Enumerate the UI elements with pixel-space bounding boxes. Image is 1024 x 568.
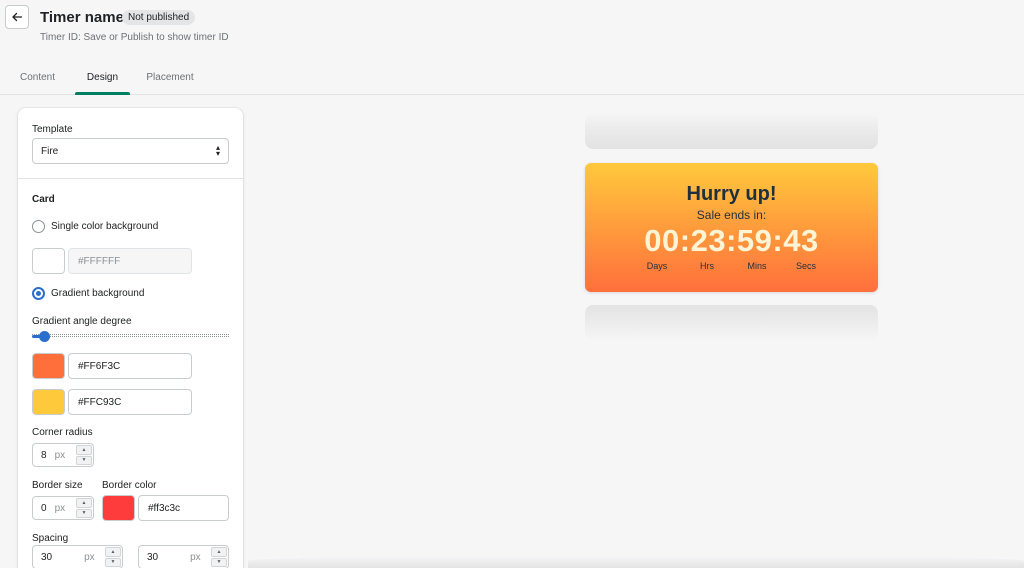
border-size-value: 0 (41, 502, 47, 514)
back-button[interactable] (5, 5, 29, 29)
increment-icon[interactable]: ▲ (211, 547, 227, 557)
card-section-title: Card (32, 194, 55, 205)
spacing-spin-2: ▲ ▼ (211, 547, 227, 567)
single-color-radio[interactable] (32, 220, 45, 233)
template-select[interactable]: Fire ▴ ▾ (32, 138, 229, 164)
spacing-stepper-2[interactable]: 30 px ▲ ▼ (138, 545, 229, 568)
template-select-value: Fire (41, 145, 59, 157)
gradient-label[interactable]: Gradient background (51, 288, 144, 299)
spacing-unit-1: px (84, 551, 95, 563)
decrement-icon[interactable]: ▼ (211, 557, 227, 567)
tab-design[interactable]: Design (75, 64, 130, 95)
spacing-spin-1: ▲ ▼ (105, 547, 121, 567)
divider (18, 178, 243, 179)
page-header: Timer name Not published Timer ID: Save … (0, 0, 1024, 95)
preview-placeholder-top (585, 113, 878, 149)
single-color-swatch[interactable] (32, 248, 65, 274)
single-color-label[interactable]: Single color background (51, 221, 158, 232)
spacing-value-2: 30 (147, 551, 159, 563)
status-badge: Not published (122, 10, 196, 25)
timer-countdown: 00:23:59:43 (644, 223, 819, 258)
arrow-left-icon (12, 12, 23, 22)
timer-unit-days: Days (646, 261, 668, 271)
timer-unit-secs: Secs (795, 261, 816, 271)
timer-heading: Hurry up! (686, 183, 777, 205)
spacing-stepper-1[interactable]: 30 px ▲ ▼ (32, 545, 123, 568)
timer-unit-hrs: Hrs (700, 261, 714, 271)
corner-radius-value: 8 (41, 449, 47, 461)
tab-placement[interactable]: Placement (130, 64, 210, 95)
gradient-color-1-field[interactable]: #FF6F3C (68, 353, 192, 379)
corner-radius-spin: ▲ ▼ (76, 445, 92, 465)
footer-shadow (248, 556, 1024, 568)
template-label: Template (32, 124, 73, 135)
gradient-angle-slider[interactable] (32, 334, 229, 337)
design-settings-panel: Template Fire ▴ ▾ Card Single color backg… (18, 108, 243, 568)
border-color-field[interactable]: #ff3c3c (138, 495, 229, 521)
timer-preview-card: Hurry up! Sale ends in: 00:23:59:43 Days… (585, 163, 878, 292)
select-caret-icon: ▴ ▾ (215, 143, 220, 158)
border-size-stepper[interactable]: 0 px ▲ ▼ (32, 496, 94, 520)
gradient-color-2-field[interactable]: #FFC93C (68, 389, 192, 415)
timer-subheading: Sale ends in: (696, 208, 767, 222)
decrement-icon[interactable]: ▼ (76, 455, 92, 465)
spacing-label: Spacing (32, 533, 69, 544)
decrement-icon[interactable]: ▼ (76, 508, 92, 518)
gradient-color-2-swatch[interactable] (32, 389, 65, 415)
page-title: Timer name (40, 9, 124, 26)
corner-radius-unit: px (54, 449, 66, 461)
tab-bar: Content Design Placement (0, 64, 210, 95)
timer-id-hint: Timer ID: Save or Publish to show timer … (40, 32, 229, 43)
gradient-color-1-swatch[interactable] (32, 353, 65, 379)
preview-placeholder-bottom (585, 305, 878, 341)
border-size-unit: px (54, 502, 66, 514)
gradient-angle-slider-thumb[interactable] (38, 331, 50, 342)
gradient-angle-label: Gradient angle degree (32, 316, 132, 327)
decrement-icon[interactable]: ▼ (105, 557, 121, 567)
spacing-value-1: 30 (41, 551, 53, 563)
border-color-label: Border color (102, 480, 157, 491)
corner-radius-stepper[interactable]: 8 px ▲ ▼ (32, 443, 94, 467)
gradient-radio[interactable] (32, 287, 45, 300)
corner-radius-label: Corner radius (32, 427, 93, 438)
spacing-unit-2: px (190, 551, 201, 563)
single-color-field[interactable]: #FFFFFF (68, 248, 192, 274)
increment-icon[interactable]: ▲ (105, 547, 121, 557)
timer-unit-mins: Mins (747, 261, 767, 271)
border-color-swatch[interactable] (102, 495, 135, 521)
increment-icon[interactable]: ▲ (76, 445, 92, 455)
tab-content[interactable]: Content (0, 64, 75, 95)
border-size-spin: ▲ ▼ (76, 498, 92, 518)
border-size-label: Border size (32, 480, 83, 491)
increment-icon[interactable]: ▲ (76, 498, 92, 508)
